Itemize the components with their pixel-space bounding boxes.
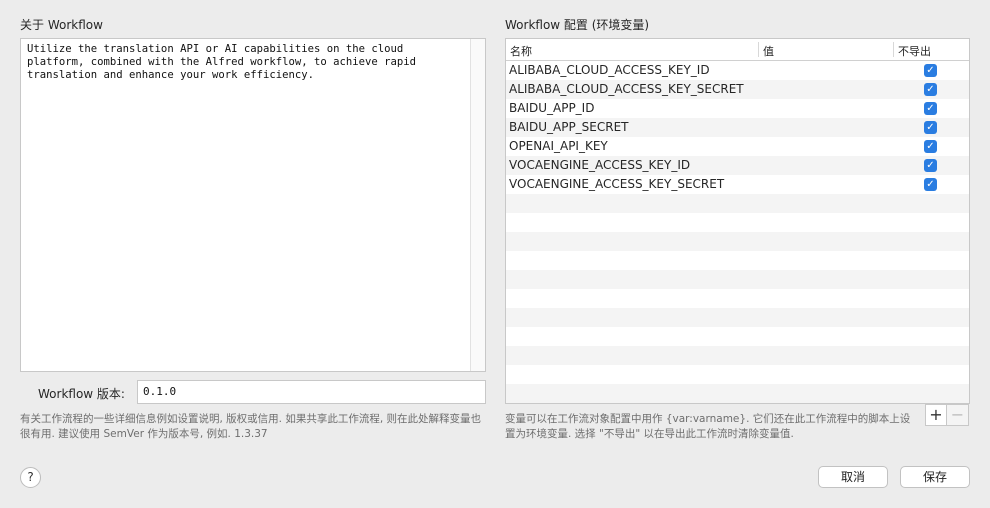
no-export-checkbox[interactable]: ✓ [924,159,937,172]
cancel-button[interactable]: 取消 [818,466,888,488]
table-row[interactable]: BAIDU_APP_ID ✓ [506,99,969,118]
no-export-checkbox[interactable]: ✓ [924,102,937,115]
column-header-value[interactable]: 值 [763,43,774,59]
description-scrollbar[interactable] [470,39,485,371]
version-input[interactable]: 0.1.0 [137,380,486,404]
variable-name[interactable]: VOCAENGINE_ACCESS_KEY_ID [509,158,690,172]
description-text: Utilize the translation API or AI capabi… [27,43,417,81]
table-row[interactable] [506,308,969,327]
table-row[interactable] [506,365,969,384]
table-row[interactable]: OPENAI_API_KEY ✓ [506,137,969,156]
table-row[interactable] [506,270,969,289]
table-row[interactable]: VOCAENGINE_ACCESS_KEY_SECRET ✓ [506,175,969,194]
table-body: ALIBABA_CLOUD_ACCESS_KEY_ID ✓ ALIBABA_CLOU… [506,61,969,403]
table-row[interactable] [506,251,969,270]
env-config-title: Workflow 配置 (环境变量) [505,18,650,32]
table-row[interactable] [506,232,969,251]
table-row[interactable] [506,346,969,365]
description-textarea[interactable]: Utilize the translation API or AI capabi… [20,38,486,372]
column-header-no-export[interactable]: 不导出 [898,43,931,59]
table-row[interactable] [506,327,969,346]
table-header: 名称 值 不导出 [506,39,969,61]
variable-name[interactable]: BAIDU_APP_ID [509,101,594,115]
no-export-checkbox[interactable]: ✓ [924,64,937,77]
column-divider[interactable] [758,42,759,57]
column-divider[interactable] [893,42,894,57]
add-remove-group: + − [925,404,969,426]
table-row[interactable] [506,384,969,403]
version-label: Workflow 版本: [38,387,125,401]
env-help-text: 变量可以在工作流对象配置中用作 {var:varname}. 它们还在此工作流程… [505,413,911,440]
about-help-text: 有关工作流程的一些详细信息例如设置说明, 版权或信用. 如果共享此工作流程, 则… [20,413,482,440]
remove-variable-button[interactable]: − [947,404,969,426]
about-workflow-title: 关于 Workflow [20,18,103,32]
table-row[interactable] [506,213,969,232]
table-row[interactable] [506,194,969,213]
table-row[interactable]: ALIBABA_CLOUD_ACCESS_KEY_ID ✓ [506,61,969,80]
env-variables-table: 名称 值 不导出 ALIBABA_CLOUD_ACCESS_KEY_ID ✓ ALI… [505,38,970,404]
variable-name[interactable]: OPENAI_API_KEY [509,139,608,153]
table-row[interactable] [506,289,969,308]
table-row[interactable]: BAIDU_APP_SECRET ✓ [506,118,969,137]
no-export-checkbox[interactable]: ✓ [924,140,937,153]
help-button[interactable]: ? [20,467,41,488]
variable-name[interactable]: ALIBABA_CLOUD_ACCESS_KEY_SECRET [509,82,744,96]
variable-name[interactable]: ALIBABA_CLOUD_ACCESS_KEY_ID [509,63,710,77]
table-row[interactable]: ALIBABA_CLOUD_ACCESS_KEY_SECRET ✓ [506,80,969,99]
variable-name[interactable]: BAIDU_APP_SECRET [509,120,629,134]
column-header-name[interactable]: 名称 [510,43,532,59]
no-export-checkbox[interactable]: ✓ [924,83,937,96]
table-row[interactable]: VOCAENGINE_ACCESS_KEY_ID ✓ [506,156,969,175]
save-button[interactable]: 保存 [900,466,970,488]
no-export-checkbox[interactable]: ✓ [924,178,937,191]
no-export-checkbox[interactable]: ✓ [924,121,937,134]
add-variable-button[interactable]: + [925,404,947,426]
variable-name[interactable]: VOCAENGINE_ACCESS_KEY_SECRET [509,177,724,191]
